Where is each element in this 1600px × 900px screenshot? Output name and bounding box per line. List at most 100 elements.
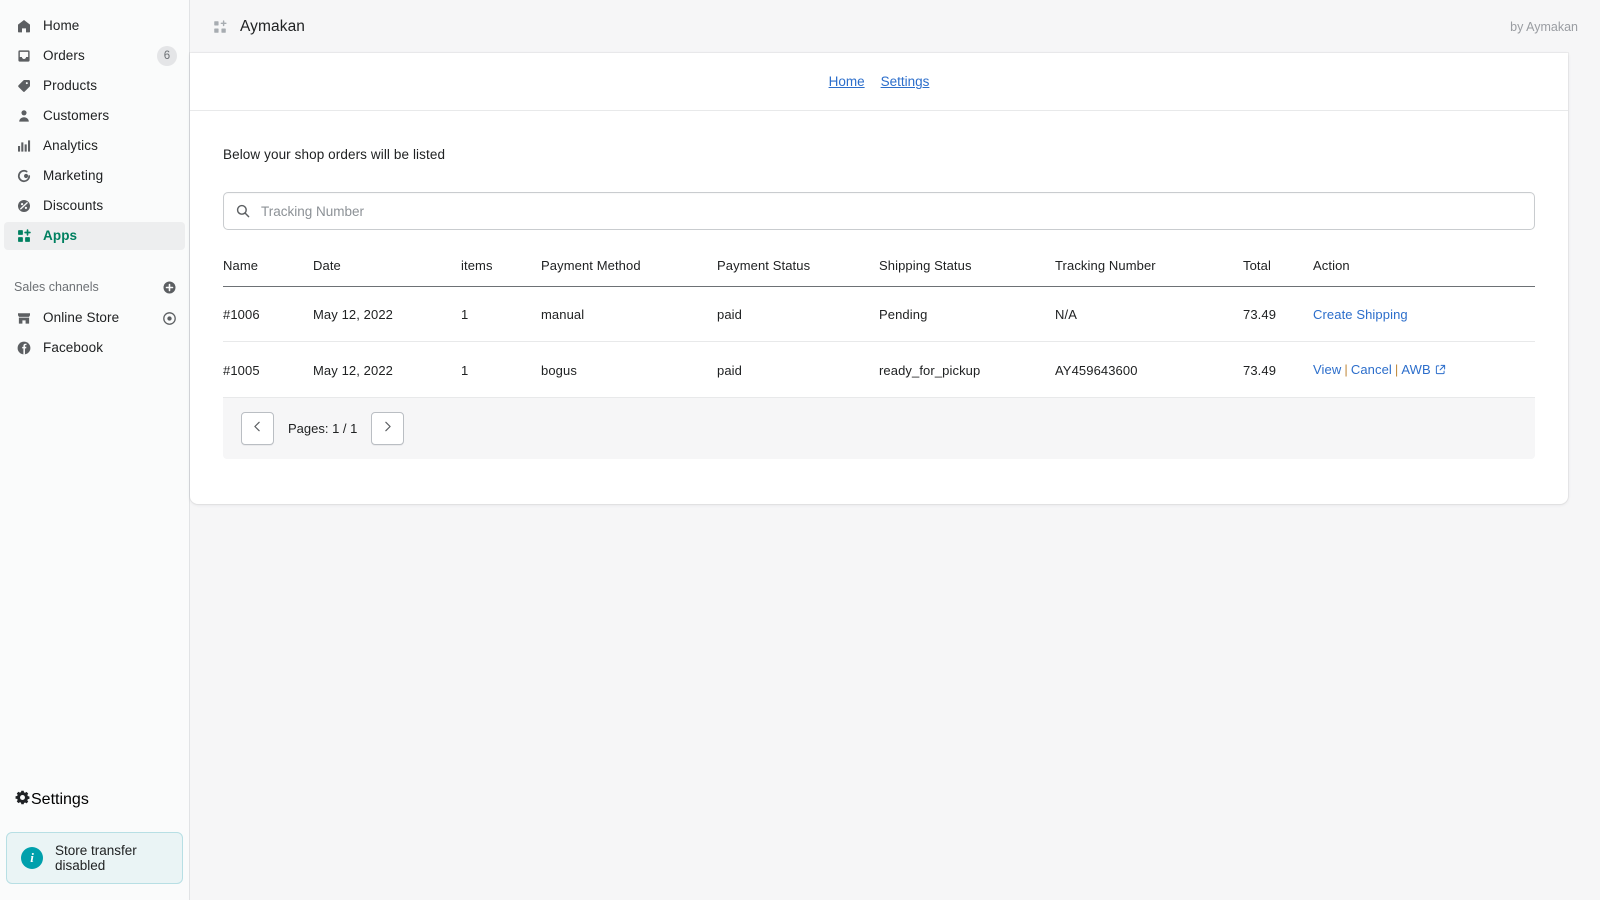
cell-tracking-number: N/A	[1055, 286, 1243, 342]
app-root: Home Orders 6 Products Customers Analyti…	[0, 0, 1600, 900]
chevron-right-icon	[381, 420, 394, 438]
home-icon	[14, 16, 34, 36]
sidebar-item-online-store[interactable]: Online Store	[4, 304, 185, 332]
store-transfer-notice[interactable]: i Store transfer disabled	[6, 832, 183, 884]
cell-name: #1006	[223, 286, 313, 342]
prev-page-button[interactable]	[241, 412, 274, 445]
cell-payment-method: bogus	[541, 341, 717, 398]
create-shipping-link[interactable]: Create Shipping	[1313, 307, 1408, 322]
cell-total: 73.49	[1243, 341, 1313, 398]
sidebar-item-facebook[interactable]: Facebook	[4, 334, 185, 362]
marketing-icon	[14, 166, 34, 186]
sidebar-item-label: Marketing	[43, 168, 104, 184]
page-indicator: Pages: 1 / 1	[288, 421, 358, 436]
sidebar: Home Orders 6 Products Customers Analyti…	[0, 0, 190, 900]
discounts-icon	[14, 196, 34, 216]
sidebar-item-home[interactable]: Home	[4, 12, 185, 40]
col-action: Action	[1313, 258, 1535, 287]
cell-total: 73.49	[1243, 286, 1313, 342]
sidebar-item-label: Orders	[43, 48, 85, 64]
orders-icon	[14, 46, 34, 66]
cell-name: #1005	[223, 341, 313, 398]
cell-action: View | Cancel | AWB	[1313, 341, 1535, 398]
sidebar-item-discounts[interactable]: Discounts	[4, 192, 185, 220]
nav-link-settings[interactable]: Settings	[881, 74, 930, 89]
col-payment-status: Payment Status	[717, 258, 879, 287]
eye-icon[interactable]	[162, 311, 177, 326]
apps-icon	[14, 226, 34, 246]
gear-icon	[14, 789, 31, 811]
app-nav: Home Settings	[190, 53, 1568, 111]
sidebar-item-orders[interactable]: Orders 6	[4, 42, 185, 70]
orders-table: Name Date items Payment Method Payment S…	[223, 258, 1535, 398]
tracking-number-search[interactable]	[223, 192, 1535, 230]
facebook-icon	[14, 338, 34, 358]
app-topbar: Aymakan by Aymakan	[190, 0, 1600, 53]
cell-shipping-status: Pending	[879, 286, 1055, 342]
pagination: Pages: 1 / 1	[223, 398, 1535, 459]
sidebar-item-label: Online Store	[43, 310, 120, 326]
col-tracking-number: Tracking Number	[1055, 258, 1243, 287]
next-page-button[interactable]	[371, 412, 405, 445]
apps-grid-icon	[212, 19, 228, 35]
embedded-app-card: Home Settings Below your shop orders wil…	[190, 53, 1568, 504]
cell-payment-method: manual	[541, 286, 717, 342]
external-link-icon	[1435, 363, 1446, 378]
sidebar-footer: Settings i Store transfer disabled	[0, 786, 189, 900]
main-area: Aymakan by Aymakan Home Settings Below y…	[190, 0, 1600, 900]
cancel-link[interactable]: Cancel	[1351, 362, 1392, 377]
orders-badge: 6	[157, 46, 177, 66]
app-body: Below your shop orders will be listed Na…	[190, 111, 1568, 504]
sidebar-item-label: Analytics	[43, 138, 98, 154]
page-description: Below your shop orders will be listed	[223, 147, 446, 162]
awb-link[interactable]: AWB	[1401, 362, 1430, 377]
analytics-icon	[14, 136, 34, 156]
customers-icon	[14, 106, 34, 126]
nav-link-home[interactable]: Home	[829, 74, 865, 89]
cell-action: Create Shipping	[1313, 286, 1535, 342]
view-link[interactable]: View	[1313, 362, 1341, 377]
search-input[interactable]	[261, 203, 1523, 219]
sidebar-item-products[interactable]: Products	[4, 72, 185, 100]
sidebar-item-marketing[interactable]: Marketing	[4, 162, 185, 190]
col-name: Name	[223, 258, 313, 287]
sidebar-nav: Home Orders 6 Products Customers Analyti…	[0, 12, 189, 252]
app-byline: by Aymakan	[1510, 19, 1578, 34]
app-title: Aymakan	[240, 17, 306, 35]
sidebar-item-label: Settings	[31, 791, 89, 808]
info-icon: i	[21, 847, 43, 869]
sales-channels-title: Sales channels	[14, 280, 99, 294]
sidebar-item-label: Discounts	[43, 198, 104, 214]
search-icon	[235, 203, 251, 219]
sidebar-item-label: Apps	[43, 228, 78, 244]
sidebar-item-label: Customers	[43, 108, 110, 124]
col-date: Date	[313, 258, 461, 287]
cell-payment-status: paid	[717, 286, 879, 342]
cell-payment-status: paid	[717, 341, 879, 398]
sidebar-item-settings[interactable]: Settings	[4, 786, 185, 814]
sidebar-item-label: Home	[43, 18, 80, 34]
plus-circle-icon[interactable]	[162, 280, 177, 295]
action-separator: |	[1344, 362, 1348, 377]
chevron-left-icon	[251, 420, 264, 438]
sales-channels-header: Sales channels	[4, 274, 185, 300]
sidebar-item-label: Products	[43, 78, 98, 94]
storefront-icon	[14, 308, 34, 328]
col-total: Total	[1243, 258, 1313, 287]
sidebar-item-analytics[interactable]: Analytics	[4, 132, 185, 160]
cell-shipping-status: ready_for_pickup	[879, 341, 1055, 398]
cell-items: 1	[461, 286, 541, 342]
orders-table-body: #1006 May 12, 2022 1 manual paid Pending…	[223, 286, 1535, 398]
sidebar-item-customers[interactable]: Customers	[4, 102, 185, 130]
cell-tracking-number: AY459643600	[1055, 341, 1243, 398]
cell-date: May 12, 2022	[313, 341, 461, 398]
action-separator: |	[1394, 362, 1399, 377]
sidebar-item-label: Facebook	[43, 340, 104, 356]
cell-date: May 12, 2022	[313, 286, 461, 342]
sidebar-item-apps[interactable]: Apps	[4, 222, 185, 250]
table-row: #1006 May 12, 2022 1 manual paid Pending…	[223, 286, 1535, 342]
col-shipping-status: Shipping Status	[879, 258, 1055, 287]
col-payment-method: Payment Method	[541, 258, 717, 287]
table-row: #1005 May 12, 2022 1 bogus paid ready_fo…	[223, 341, 1535, 398]
products-icon	[14, 76, 34, 96]
